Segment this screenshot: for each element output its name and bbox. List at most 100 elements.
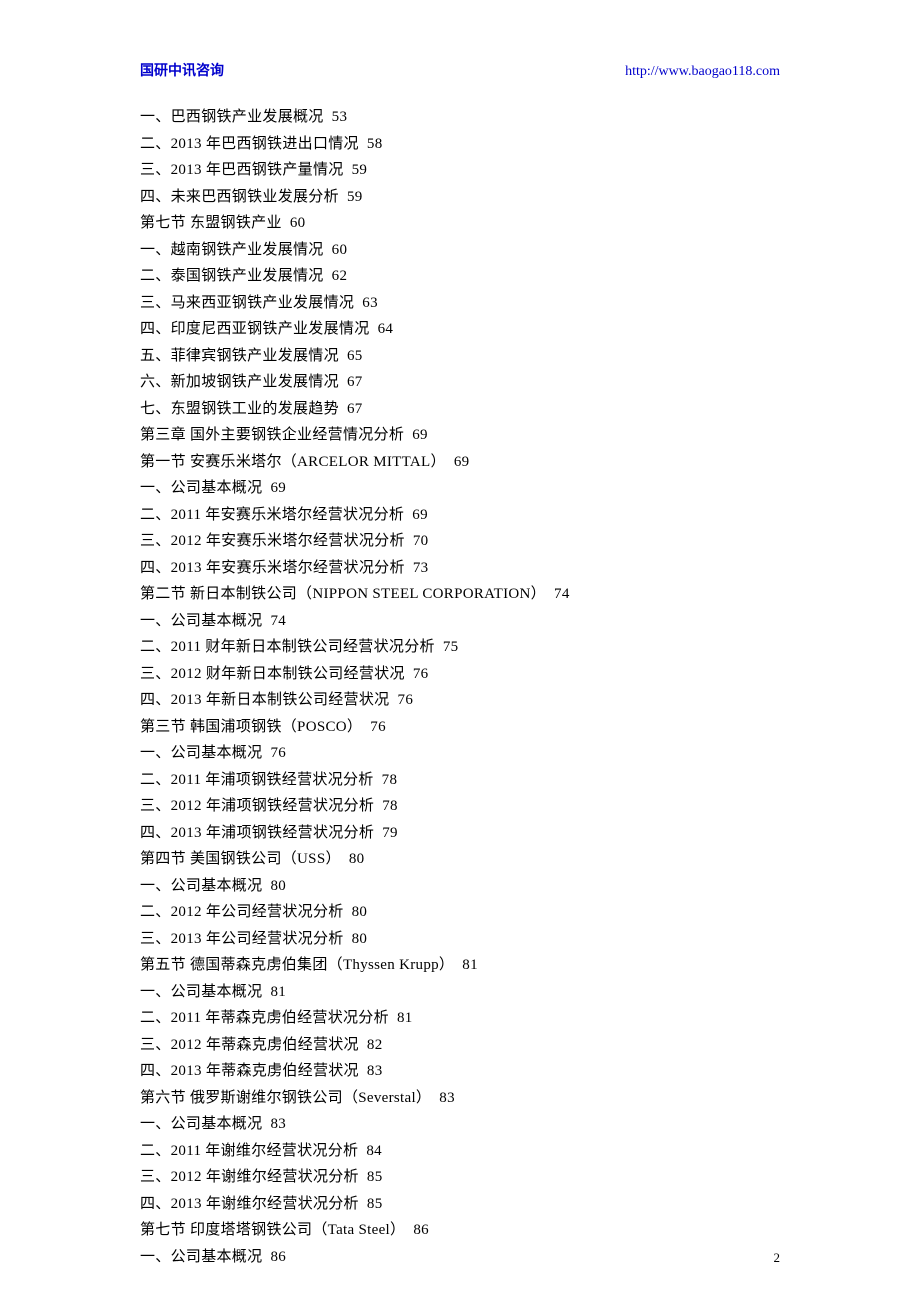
toc-label: 五、菲律宾钢铁产业发展情况 <box>140 348 339 364</box>
toc-page-number: 69 <box>412 507 428 523</box>
toc-label: 一、越南钢铁产业发展情况 <box>140 242 324 258</box>
toc-page-number: 73 <box>413 560 429 576</box>
toc-entry: 一、公司基本概况 76 <box>140 740 780 767</box>
toc-label: 四、2013 年谢维尔经营状况分析 <box>140 1196 359 1212</box>
toc-label: 二、2013 年巴西钢铁进出口情况 <box>140 136 359 152</box>
toc-label: 三、2012 年谢维尔经营状况分析 <box>140 1169 359 1185</box>
toc-page-number: 76 <box>270 745 286 761</box>
toc-page-number: 80 <box>352 904 368 920</box>
toc-label: 三、2012 财年新日本制铁公司经营状况 <box>140 666 405 682</box>
toc-entry: 二、2011 年安赛乐米塔尔经营状况分析 69 <box>140 502 780 529</box>
toc-entry: 第三章 国外主要钢铁企业经营情况分析 69 <box>140 422 780 449</box>
toc-page-number: 69 <box>270 480 286 496</box>
toc-label: 三、2013 年公司经营状况分析 <box>140 931 344 947</box>
toc-entry: 第六节 俄罗斯谢维尔钢铁公司（Severstal） 83 <box>140 1085 780 1112</box>
toc-page-number: 69 <box>454 454 470 470</box>
toc-label: 二、2011 年浦项钢铁经营状况分析 <box>140 772 374 788</box>
toc-label: 一、巴西钢铁产业发展概况 <box>140 109 324 125</box>
toc-entry: 六、新加坡钢铁产业发展情况 67 <box>140 369 780 396</box>
toc-entry: 四、印度尼西亚钢铁产业发展情况 64 <box>140 316 780 343</box>
toc-entry: 第七节 印度塔塔钢铁公司（Tata Steel） 86 <box>140 1217 780 1244</box>
toc-label: 三、马来西亚钢铁产业发展情况 <box>140 295 354 311</box>
toc-page-number: 82 <box>367 1037 383 1053</box>
toc-label: 第七节 东盟钢铁产业 <box>140 215 282 231</box>
toc-entry: 七、东盟钢铁工业的发展趋势 67 <box>140 396 780 423</box>
toc-page-number: 80 <box>352 931 368 947</box>
toc-label: 三、2012 年浦项钢铁经营状况分析 <box>140 798 374 814</box>
toc-label: 七、东盟钢铁工业的发展趋势 <box>140 401 339 417</box>
toc-entry: 一、公司基本概况 86 <box>140 1244 780 1271</box>
toc-entry: 一、公司基本概况 83 <box>140 1111 780 1138</box>
toc-entry: 第七节 东盟钢铁产业 60 <box>140 210 780 237</box>
toc-entry: 四、2013 年浦项钢铁经营状况分析 79 <box>140 820 780 847</box>
toc-entry: 三、2012 年安赛乐米塔尔经营状况分析 70 <box>140 528 780 555</box>
toc-page-number: 60 <box>290 215 306 231</box>
toc-entry: 第四节 美国钢铁公司（USS） 80 <box>140 846 780 873</box>
toc-label: 一、公司基本概况 <box>140 745 262 761</box>
toc-entry: 二、2011 年谢维尔经营状况分析 84 <box>140 1138 780 1165</box>
toc-entry: 三、2012 年蒂森克虏伯经营状况 82 <box>140 1032 780 1059</box>
toc-label: 第三节 韩国浦项钢铁（POSCO） <box>140 719 362 735</box>
toc-label: 第六节 俄罗斯谢维尔钢铁公司（Severstal） <box>140 1090 431 1106</box>
toc-label: 第二节 新日本制铁公司（NIPPON STEEL CORPORATION） <box>140 586 546 602</box>
toc-label: 三、2013 年巴西钢铁产量情况 <box>140 162 344 178</box>
toc-page-number: 80 <box>349 851 365 867</box>
toc-page-number: 81 <box>462 957 478 973</box>
toc-page-number: 75 <box>443 639 459 655</box>
toc-entry: 一、越南钢铁产业发展情况 60 <box>140 237 780 264</box>
toc-label: 二、2011 年安赛乐米塔尔经营状况分析 <box>140 507 404 523</box>
toc-label: 四、未来巴西钢铁业发展分析 <box>140 189 339 205</box>
toc-entry: 一、公司基本概况 74 <box>140 608 780 635</box>
toc-entry: 第二节 新日本制铁公司（NIPPON STEEL CORPORATION） 74 <box>140 581 780 608</box>
toc-entry: 二、2011 财年新日本制铁公司经营状况分析 75 <box>140 634 780 661</box>
toc-entry: 一、巴西钢铁产业发展概况 53 <box>140 104 780 131</box>
toc-label: 二、2012 年公司经营状况分析 <box>140 904 344 920</box>
toc-page-number: 63 <box>362 295 378 311</box>
toc-page-number: 85 <box>367 1196 383 1212</box>
toc-entry: 第一节 安赛乐米塔尔（ARCELOR MITTAL） 69 <box>140 449 780 476</box>
page-number: 2 <box>774 1250 781 1266</box>
toc-page-number: 69 <box>412 427 428 443</box>
toc-label: 二、2011 年蒂森克虏伯经营状况分析 <box>140 1010 389 1026</box>
toc-entry: 一、公司基本概况 80 <box>140 873 780 900</box>
toc-entry: 三、2013 年公司经营状况分析 80 <box>140 926 780 953</box>
header-url: http://www.baogao118.com <box>625 64 780 80</box>
toc-page-number: 59 <box>347 189 363 205</box>
toc-page-number: 65 <box>347 348 363 364</box>
toc-page-number: 76 <box>370 719 386 735</box>
toc-label: 四、2013 年蒂森克虏伯经营状况 <box>140 1063 359 1079</box>
toc-page-number: 64 <box>378 321 394 337</box>
toc-entry: 二、2012 年公司经营状况分析 80 <box>140 899 780 926</box>
toc-page-number: 84 <box>366 1143 382 1159</box>
toc-label: 第四节 美国钢铁公司（USS） <box>140 851 341 867</box>
toc-entry: 二、2013 年巴西钢铁进出口情况 58 <box>140 131 780 158</box>
toc-label: 二、泰国钢铁产业发展情况 <box>140 268 324 284</box>
toc-label: 一、公司基本概况 <box>140 480 262 496</box>
toc-entry: 第三节 韩国浦项钢铁（POSCO） 76 <box>140 714 780 741</box>
toc-page-number: 85 <box>367 1169 383 1185</box>
toc-label: 一、公司基本概况 <box>140 613 262 629</box>
toc-entry: 三、2012 财年新日本制铁公司经营状况 76 <box>140 661 780 688</box>
toc-page-number: 86 <box>413 1222 429 1238</box>
toc-label: 第七节 印度塔塔钢铁公司（Tata Steel） <box>140 1222 405 1238</box>
toc-label: 一、公司基本概况 <box>140 878 262 894</box>
toc-label: 二、2011 财年新日本制铁公司经营状况分析 <box>140 639 435 655</box>
toc-entry: 四、未来巴西钢铁业发展分析 59 <box>140 184 780 211</box>
toc-entry: 二、2011 年蒂森克虏伯经营状况分析 81 <box>140 1005 780 1032</box>
toc-entry: 四、2013 年安赛乐米塔尔经营状况分析 73 <box>140 555 780 582</box>
toc-label: 一、公司基本概况 <box>140 1249 262 1265</box>
toc-label: 四、2013 年浦项钢铁经营状况分析 <box>140 825 374 841</box>
toc-entry: 二、泰国钢铁产业发展情况 62 <box>140 263 780 290</box>
toc-entry: 三、2013 年巴西钢铁产量情况 59 <box>140 157 780 184</box>
toc-label: 一、公司基本概况 <box>140 1116 262 1132</box>
toc-page-number: 79 <box>382 825 398 841</box>
toc-page-number: 74 <box>554 586 570 602</box>
toc-page-number: 67 <box>347 374 363 390</box>
toc-entry: 第五节 德国蒂森克虏伯集团（Thyssen Krupp） 81 <box>140 952 780 979</box>
toc-page-number: 83 <box>439 1090 455 1106</box>
toc-label: 四、2013 年安赛乐米塔尔经营状况分析 <box>140 560 405 576</box>
toc-label: 第三章 国外主要钢铁企业经营情况分析 <box>140 427 404 443</box>
toc-entry: 二、2011 年浦项钢铁经营状况分析 78 <box>140 767 780 794</box>
toc-entry: 四、2013 年谢维尔经营状况分析 85 <box>140 1191 780 1218</box>
toc-page-number: 59 <box>352 162 368 178</box>
